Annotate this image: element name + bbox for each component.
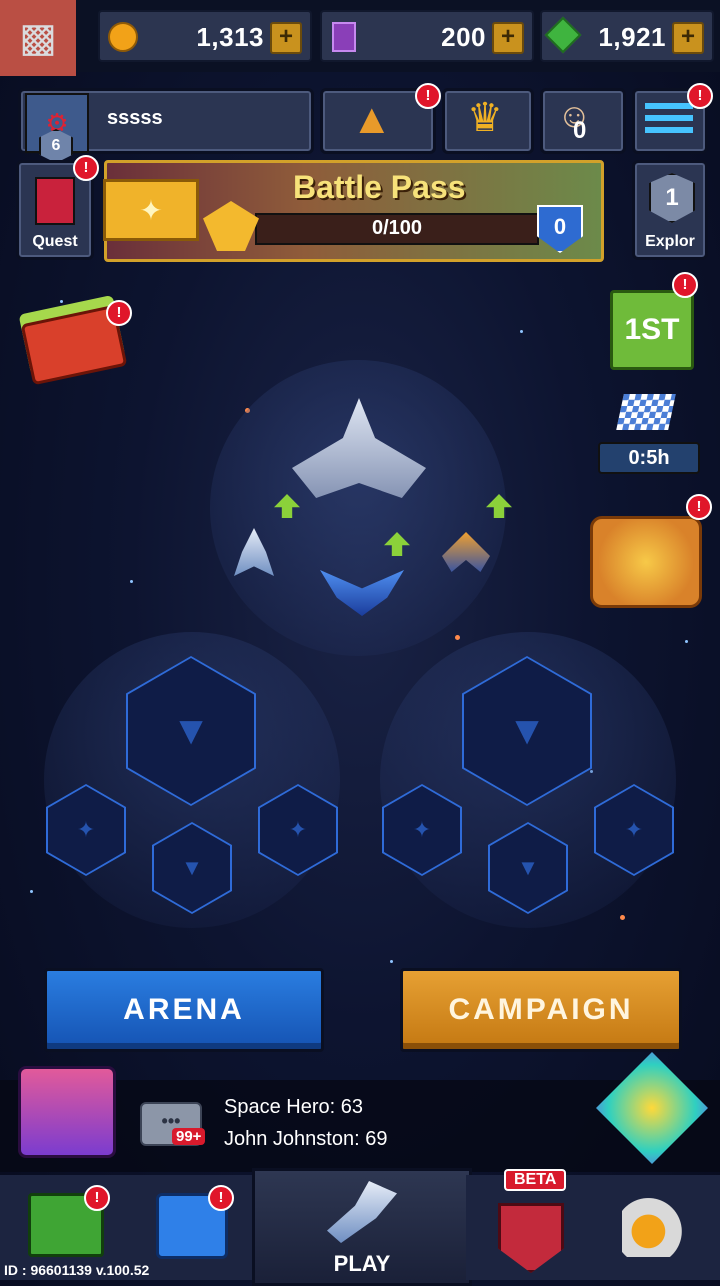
gem-icon bbox=[544, 16, 582, 54]
friends-button[interactable]: ☺ 0 bbox=[540, 88, 626, 154]
falcon-tycoon-button[interactable]: ! bbox=[586, 494, 712, 608]
gem-counter: 1,921 + bbox=[540, 10, 714, 62]
explore-button[interactable]: 1 Explor bbox=[632, 160, 708, 260]
nav-play[interactable]: PLAY bbox=[252, 1168, 472, 1286]
card-value: 200 bbox=[441, 22, 486, 52]
player-name: sssss bbox=[107, 107, 163, 129]
treasury-coins-icon bbox=[622, 1193, 688, 1257]
gift-alert-badge: ! bbox=[106, 300, 132, 326]
rank-button[interactable]: ▲ ! bbox=[320, 83, 441, 154]
first-place-button[interactable]: 1ST ! bbox=[610, 272, 698, 370]
first-place-alert-badge: ! bbox=[672, 272, 698, 298]
battle-pass-emblem: ✦ bbox=[103, 179, 199, 241]
chat-strip[interactable]: ••• 99+ Space Hero: 63 John Johnston: 69 bbox=[0, 1052, 720, 1172]
battle-pass-panel[interactable]: ✦ Battle Pass 0/100 0 bbox=[103, 160, 604, 262]
menu-icon bbox=[645, 103, 693, 109]
chat-unread-badge: 99+ bbox=[172, 1128, 206, 1145]
battle-pass-progress-text: 0/100 bbox=[371, 217, 423, 239]
falcon-tycoon-icon bbox=[590, 516, 702, 608]
coin-icon bbox=[108, 22, 138, 52]
rank-wings-icon: ▲ bbox=[351, 95, 393, 142]
quest-label: Quest bbox=[32, 233, 78, 250]
arena-label: ARENA bbox=[123, 993, 245, 1026]
nav-clan[interactable]: BETA bbox=[466, 1169, 594, 1280]
beta-badge: BETA bbox=[504, 1169, 567, 1191]
battle-pass-title: Battle Pass bbox=[293, 169, 466, 205]
friends-count: 0 bbox=[573, 117, 587, 144]
add-coins-button[interactable]: + bbox=[270, 22, 302, 54]
chat-line: Space Hero: 63 bbox=[224, 1096, 363, 1118]
trophy-button[interactable]: ♛ bbox=[442, 88, 534, 154]
race-timer: 0:5h bbox=[598, 442, 700, 474]
play-label: PLAY bbox=[333, 1251, 391, 1276]
checkered-flag-icon bbox=[616, 394, 676, 430]
campaign-label: CAMPAIGN bbox=[448, 993, 634, 1026]
duck-pilot-button[interactable] bbox=[596, 1052, 708, 1164]
card-counter: 200 + bbox=[320, 10, 534, 62]
battle-pass-rank-wings bbox=[203, 201, 259, 251]
arena-button[interactable]: ARENA bbox=[44, 968, 324, 1052]
menu-alert-badge: ! bbox=[687, 83, 713, 109]
gem-value: 1,921 bbox=[598, 22, 666, 52]
campaign-button[interactable]: CAMPAIGN bbox=[400, 968, 682, 1052]
hangar-alert-badge: ! bbox=[208, 1185, 234, 1211]
quest-scroll-icon bbox=[35, 177, 75, 225]
trophy-icon: ♛ bbox=[467, 96, 503, 140]
shop-alert-badge: ! bbox=[84, 1185, 110, 1211]
race-event-button[interactable]: 0:5h bbox=[596, 390, 700, 474]
play-ship-icon bbox=[327, 1181, 397, 1243]
explore-label: Explor bbox=[645, 233, 695, 250]
quest-alert-badge: ! bbox=[73, 155, 99, 181]
coin-counter: 1,313 + bbox=[98, 10, 312, 62]
tycoon-alert-badge: ! bbox=[686, 494, 712, 520]
rank-alert-badge: ! bbox=[415, 83, 441, 109]
build-id-label: ID : 96601139 v.100.52 bbox=[4, 1262, 150, 1278]
explore-shield-icon: 1 bbox=[649, 173, 695, 223]
quest-button[interactable]: Quest ! bbox=[16, 155, 99, 260]
nav-treasury[interactable] bbox=[592, 1175, 720, 1280]
first-place-icon: 1ST bbox=[610, 290, 694, 370]
add-gems-button[interactable]: + bbox=[672, 22, 704, 54]
coin-value: 1,313 bbox=[196, 22, 264, 52]
battle-pass-progress-bar: 0/100 bbox=[255, 213, 539, 245]
currency-bar: ▩ 1,313 + 200 + 1,921 + bbox=[0, 0, 720, 76]
menu-cube-icon[interactable]: ▩ bbox=[0, 0, 76, 76]
card-icon bbox=[332, 22, 356, 52]
battle-pass-level-shield: 0 bbox=[537, 205, 583, 253]
add-cards-button[interactable]: + bbox=[492, 22, 524, 54]
treasure-chest-button[interactable] bbox=[18, 1066, 116, 1158]
clan-shield-icon bbox=[498, 1203, 564, 1273]
gift-chest-button[interactable]: ! bbox=[20, 300, 132, 386]
profile-panel[interactable]: ⚙ 6 sssss bbox=[18, 88, 314, 163]
menu-button[interactable]: ! bbox=[632, 83, 713, 154]
chat-line: John Johnston: 69 bbox=[224, 1128, 388, 1150]
